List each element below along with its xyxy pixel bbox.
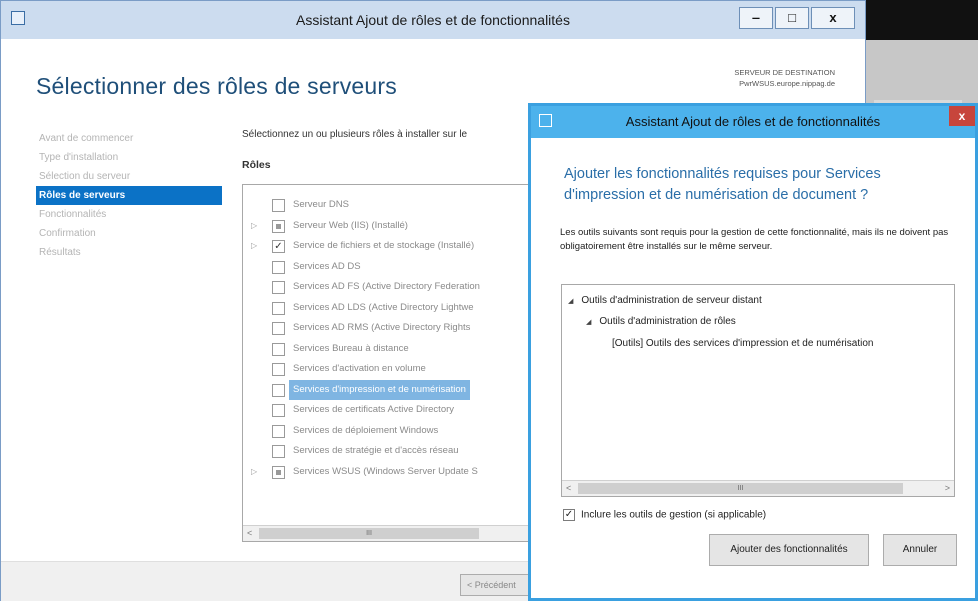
role-row[interactable]: ▷ Serveur Web (IIS) (Installé) [243,216,531,237]
nav-step[interactable]: Résultats [36,243,222,262]
tree-item-label: [Outils] Outils des services d'impressio… [612,338,874,349]
dialog-titlebar: Assistant Ajout de rôles et de fonctionn… [531,106,975,138]
collapse-triangle-icon[interactable]: ◢ [586,319,591,326]
nav-step[interactable]: Type d'installation [36,148,222,167]
role-checkbox[interactable] [272,342,285,356]
dialog-question: Ajouter les fonctionnalités requises pou… [564,166,881,203]
destination-server-block: SERVEUR DE DESTINATION PwrWSUS.europe.ni… [734,67,835,89]
role-label: Services de certificats Active Directory [293,404,455,415]
nav-step[interactable]: Rôles de serveurs [36,186,222,205]
tree-item-label: Outils d'administration de rôles [599,316,736,327]
role-checkbox[interactable] [272,424,285,438]
role-row[interactable]: Services de stratégie et d'accès réseau [243,441,531,462]
role-checkbox[interactable]: ✓ [272,240,285,253]
nav-step[interactable]: Avant de commencer [36,129,222,148]
role-row[interactable]: Services AD RMS (Active Directory Rights [243,318,531,339]
role-checkbox[interactable] [272,404,285,417]
dialog-title: Assistant Ajout de rôles et de fonctionn… [625,114,881,129]
role-label: Services AD LDS (Active Directory Lightw… [293,301,474,313]
include-tools-label: Inclure les outils de gestion (si applic… [581,509,767,521]
roles-list[interactable]: Serveur DNS ▷ Serveur Web (IIS) (Installé)… [242,184,532,542]
required-features-dialog: Assistant Ajout de rôles et de fonctionn… [528,103,978,601]
role-label: Services AD DS [293,260,361,272]
role-row[interactable]: Services AD LDS (Active Directory Lightw… [243,298,531,319]
role-label: Services AD FS (Active Directory Federat… [293,281,480,292]
role-row[interactable]: Services de déploiement Windows [243,421,531,442]
role-label: Services de stratégie et d'accès réseau [293,445,459,456]
role-label: Services de déploiement Windows [293,424,439,436]
tree-horizontal-scrollbar[interactable]: < III > [562,480,954,496]
role-row[interactable]: ▷ Services WSUS (Windows Server Update S [243,462,531,483]
scroll-left-arrow[interactable]: < [247,528,252,538]
role-checkbox[interactable] [272,363,285,376]
role-label: Serveur Web (IIS) (Installé) [293,219,408,231]
role-checkbox[interactable] [272,322,285,335]
role-checkbox[interactable] [272,219,285,233]
roles-header: Rôles [242,159,271,171]
role-row[interactable]: ▷ ✓ Service de fichiers et de stockage (In… [243,236,531,257]
include-tools-checkbox[interactable]: ✓ [563,509,575,521]
role-row[interactable]: Services Bureau à distance [243,339,531,360]
role-label: Services Bureau à distance [293,342,409,354]
role-label: Serveur DNS [293,199,349,210]
include-tools-option[interactable]: ✓ Inclure les outils de gestion (si appli… [563,509,766,521]
role-checkbox[interactable] [272,383,285,397]
nav-step[interactable]: Fonctionnalités [36,205,222,224]
dialog-close-button[interactable]: x [949,106,975,126]
scroll-thumb[interactable]: III [259,528,479,539]
add-features-button[interactable]: Ajouter des fonctionnalités [709,534,869,566]
nav-step[interactable]: Confirmation [36,224,222,243]
destination-server: PwrWSUS.europe.nippag.de [739,79,835,88]
tree-item-label: Outils d'administration de serveur dista… [581,295,762,306]
role-label: Services WSUS (Windows Server Update S [293,465,478,477]
role-row[interactable]: Services d'impression et de numérisation [243,379,531,400]
main-title: Assistant Ajout de rôles et de fonctionn… [296,12,570,28]
expand-arrow-icon[interactable]: ▷ [251,462,257,483]
role-row[interactable]: Services AD FS (Active Directory Federat… [243,277,531,298]
role-checkbox[interactable] [272,445,285,458]
expand-arrow-icon[interactable]: ▷ [251,236,257,257]
main-titlebar: Assistant Ajout de rôles et de fonctionn… [1,1,865,39]
collapse-triangle-icon[interactable]: ◢ [568,298,573,305]
page-title: Sélectionner des rôles de serveurs [36,73,397,99]
role-label: Services AD RMS (Active Directory Rights [293,322,471,333]
scroll-thumb[interactable]: III [578,483,903,494]
role-checkbox[interactable] [272,199,285,212]
role-label: Service de fichiers et de stockage (Inst… [293,240,475,251]
destination-label: SERVEUR DE DESTINATION [734,68,835,77]
role-row[interactable]: Services d'activation en volume [243,359,531,380]
tree-item[interactable]: ◢ Outils d'administration de serveur dist… [568,295,762,306]
role-row[interactable]: Serveur DNS [243,195,531,216]
roles-horizontal-scrollbar[interactable]: < III [243,525,531,541]
role-row[interactable]: Services de certificats Active Directory [243,400,531,421]
role-checkbox[interactable] [272,301,285,315]
wizard-steps-nav: Avant de commencer Type d'installation Sél… [36,129,222,262]
role-checkbox[interactable] [272,260,285,274]
role-checkbox[interactable] [272,465,285,479]
role-checkbox[interactable] [272,281,285,294]
dialog-description: Les outils suivants sont requis pour la … [560,227,949,252]
instruction-text: Sélectionnez un ou plusieurs rôles à ins… [242,129,468,140]
roles-content: Sélectionnez un ou plusieurs rôles à ins… [242,129,542,542]
scroll-right-arrow[interactable]: > [945,483,950,493]
close-button[interactable]: x [811,7,855,29]
role-label: Services d'impression et de numérisation [289,379,470,400]
required-features-tree[interactable]: ◢ Outils d'administration de serveur dist… [561,284,955,497]
role-row[interactable]: Services AD DS [243,257,531,278]
background-titlebar [866,0,978,40]
minimize-button[interactable]: ‒ [739,7,773,29]
cancel-button[interactable]: Annuler [883,534,957,566]
role-label: Services d'activation en volume [293,363,426,374]
nav-step[interactable]: Sélection du serveur [36,167,222,186]
maximize-button[interactable]: □ [775,7,809,29]
page-header: Sélectionner des rôles de serveurs SERVE… [1,39,865,111]
partial-row [243,185,531,195]
tree-item[interactable]: ◢ Outils d'administration de rôles [586,316,736,327]
tree-item[interactable]: [Outils] Outils des services d'impressio… [612,338,873,349]
scroll-left-arrow[interactable]: < [566,483,571,493]
expand-arrow-icon[interactable]: ▷ [251,216,257,237]
